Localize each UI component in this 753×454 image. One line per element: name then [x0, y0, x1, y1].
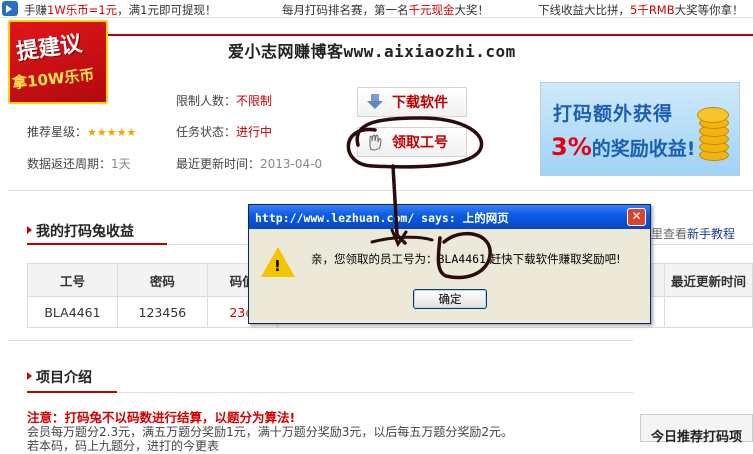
get-id-label: 领取工号: [392, 135, 448, 151]
ticker-item-referral[interactable]: 下线收益大比拼，5千RMB大奖等你拿！: [538, 2, 744, 18]
hand-pointer-icon: [369, 134, 382, 151]
status-value: 进行中: [236, 125, 273, 139]
cycle-value: 1天: [111, 157, 131, 171]
cycle-row: 数据返还周期：1天: [27, 155, 131, 172]
ticker-text: 下线收益大比拼，: [538, 3, 630, 17]
earnings-underline: [27, 243, 167, 245]
download-software-button[interactable]: 下载软件: [357, 87, 467, 117]
section-divider: [8, 190, 753, 191]
section-bullet-icon: [27, 372, 32, 380]
column-header: 工号: [27, 263, 118, 297]
close-icon[interactable]: ✕: [627, 208, 646, 226]
table-cell: 123456: [116, 296, 208, 328]
updated-value: 2013-04-0: [260, 157, 323, 171]
promo-banner[interactable]: 打码额外获得 3%的奖励收益!: [540, 82, 740, 176]
project-body-line2: 若本码，码上九题分，进打的今更表: [27, 439, 220, 453]
get-id-button[interactable]: 领取工号: [357, 127, 467, 157]
dialog-titlebar[interactable]: http://www.lezhuan.com/ says: 上的网页 ✕: [249, 205, 650, 229]
suggestion-badge[interactable]: 提建议 拿10W乐币: [8, 20, 108, 104]
ticker-item-exchange[interactable]: 手赚1W乐币=1元，满1元即可提现！: [24, 2, 216, 18]
today-recommend-title: 今日推荐打码项: [651, 430, 743, 445]
section-bullet-icon: [27, 226, 32, 234]
status-label: 任务状态：: [176, 125, 237, 139]
rating-row: 推荐星级：★★★★★: [27, 123, 136, 140]
ticker-highlight: 1W乐币=1元: [47, 3, 118, 17]
ticker-text: 大奖等你拿！: [674, 3, 744, 17]
ticker-text: ，满1元即可提现！: [117, 3, 217, 17]
earnings-title: 我的打码兔收益: [36, 224, 134, 240]
project-underline: [27, 391, 117, 393]
star-rating-icon: ★★★★★: [87, 126, 137, 139]
table-cell: BLA4461: [27, 296, 118, 328]
alert-dialog: http://www.lezhuan.com/ says: 上的网页 ✕ ! 亲…: [248, 204, 651, 324]
updated-label: 最近更新时间：: [176, 157, 261, 171]
download-label: 下载软件: [392, 95, 448, 111]
ticker-item-contest[interactable]: 每月打码排名赛，第一名千元现金大奖！: [282, 2, 489, 18]
cycle-label: 数据返还周期：: [27, 157, 112, 171]
ticker-text: 手赚: [24, 3, 47, 17]
updated-row: 最近更新时间：2013-04-0: [176, 155, 322, 172]
status-row: 任务状态：进行中: [176, 123, 272, 140]
announcement-ticker: 手赚1W乐币=1元，满1元即可提现！ 每月打码排名赛，第一名千元现金大奖！ 下线…: [0, 0, 753, 18]
message-suffix: 赶快下载软件赚取奖励吧!: [485, 252, 621, 266]
warning-exclamation: !: [274, 257, 281, 275]
ticker-highlight: 5千RMB: [630, 3, 675, 17]
speaker-icon: [2, 1, 18, 16]
dialog-title: http://www.lezhuan.com/ says: 上的网页: [255, 211, 509, 225]
tutorial-link-row: 里查看新手教程: [651, 225, 735, 242]
limit-label: 限制人数：: [176, 94, 237, 108]
today-recommend-box[interactable]: 今日推荐打码项: [640, 414, 753, 445]
rating-label: 推荐星级：: [27, 125, 88, 139]
code-value: 23: [229, 304, 246, 320]
project-title: 项目介绍: [36, 370, 92, 386]
project-line: [117, 392, 633, 393]
ticker-text: 大奖！: [454, 3, 490, 17]
promo-percent: 3%: [551, 133, 592, 161]
limit-row: 限制人数：不限制: [176, 92, 272, 109]
message-id: BLA4461: [437, 252, 486, 266]
coin-stack-icon: [693, 93, 733, 163]
promo-line2: 3%的奖励收益!: [551, 133, 695, 161]
ticker-highlight: 千元现金: [408, 3, 455, 17]
site-title[interactable]: 爱小志网赚博客www.aixiaozhi.com: [228, 38, 516, 62]
ok-button[interactable]: 确定: [413, 289, 487, 309]
message-prefix: 亲，您领取的员工号为：: [311, 252, 438, 266]
section-divider: [8, 340, 633, 341]
download-arrow-icon: [367, 94, 383, 109]
column-header: 密码: [116, 263, 208, 297]
table-cell: [664, 296, 753, 328]
limit-value: 不限制: [236, 94, 273, 108]
promo-line1: 打码额外获得: [553, 103, 674, 125]
column-header: 最近更新时间: [664, 263, 753, 297]
promo-line2-text: 的奖励收益!: [591, 138, 696, 160]
tutorial-link[interactable]: 新手教程: [687, 227, 735, 241]
ticker-text: 每月打码排名赛，第一名: [282, 3, 409, 17]
dialog-message: 亲，您领取的员工号为：BLA4461 赶快下载软件赚取奖励吧!: [311, 251, 621, 267]
header-divider: [106, 34, 753, 36]
tutorial-prefix: 里查看: [651, 227, 688, 241]
